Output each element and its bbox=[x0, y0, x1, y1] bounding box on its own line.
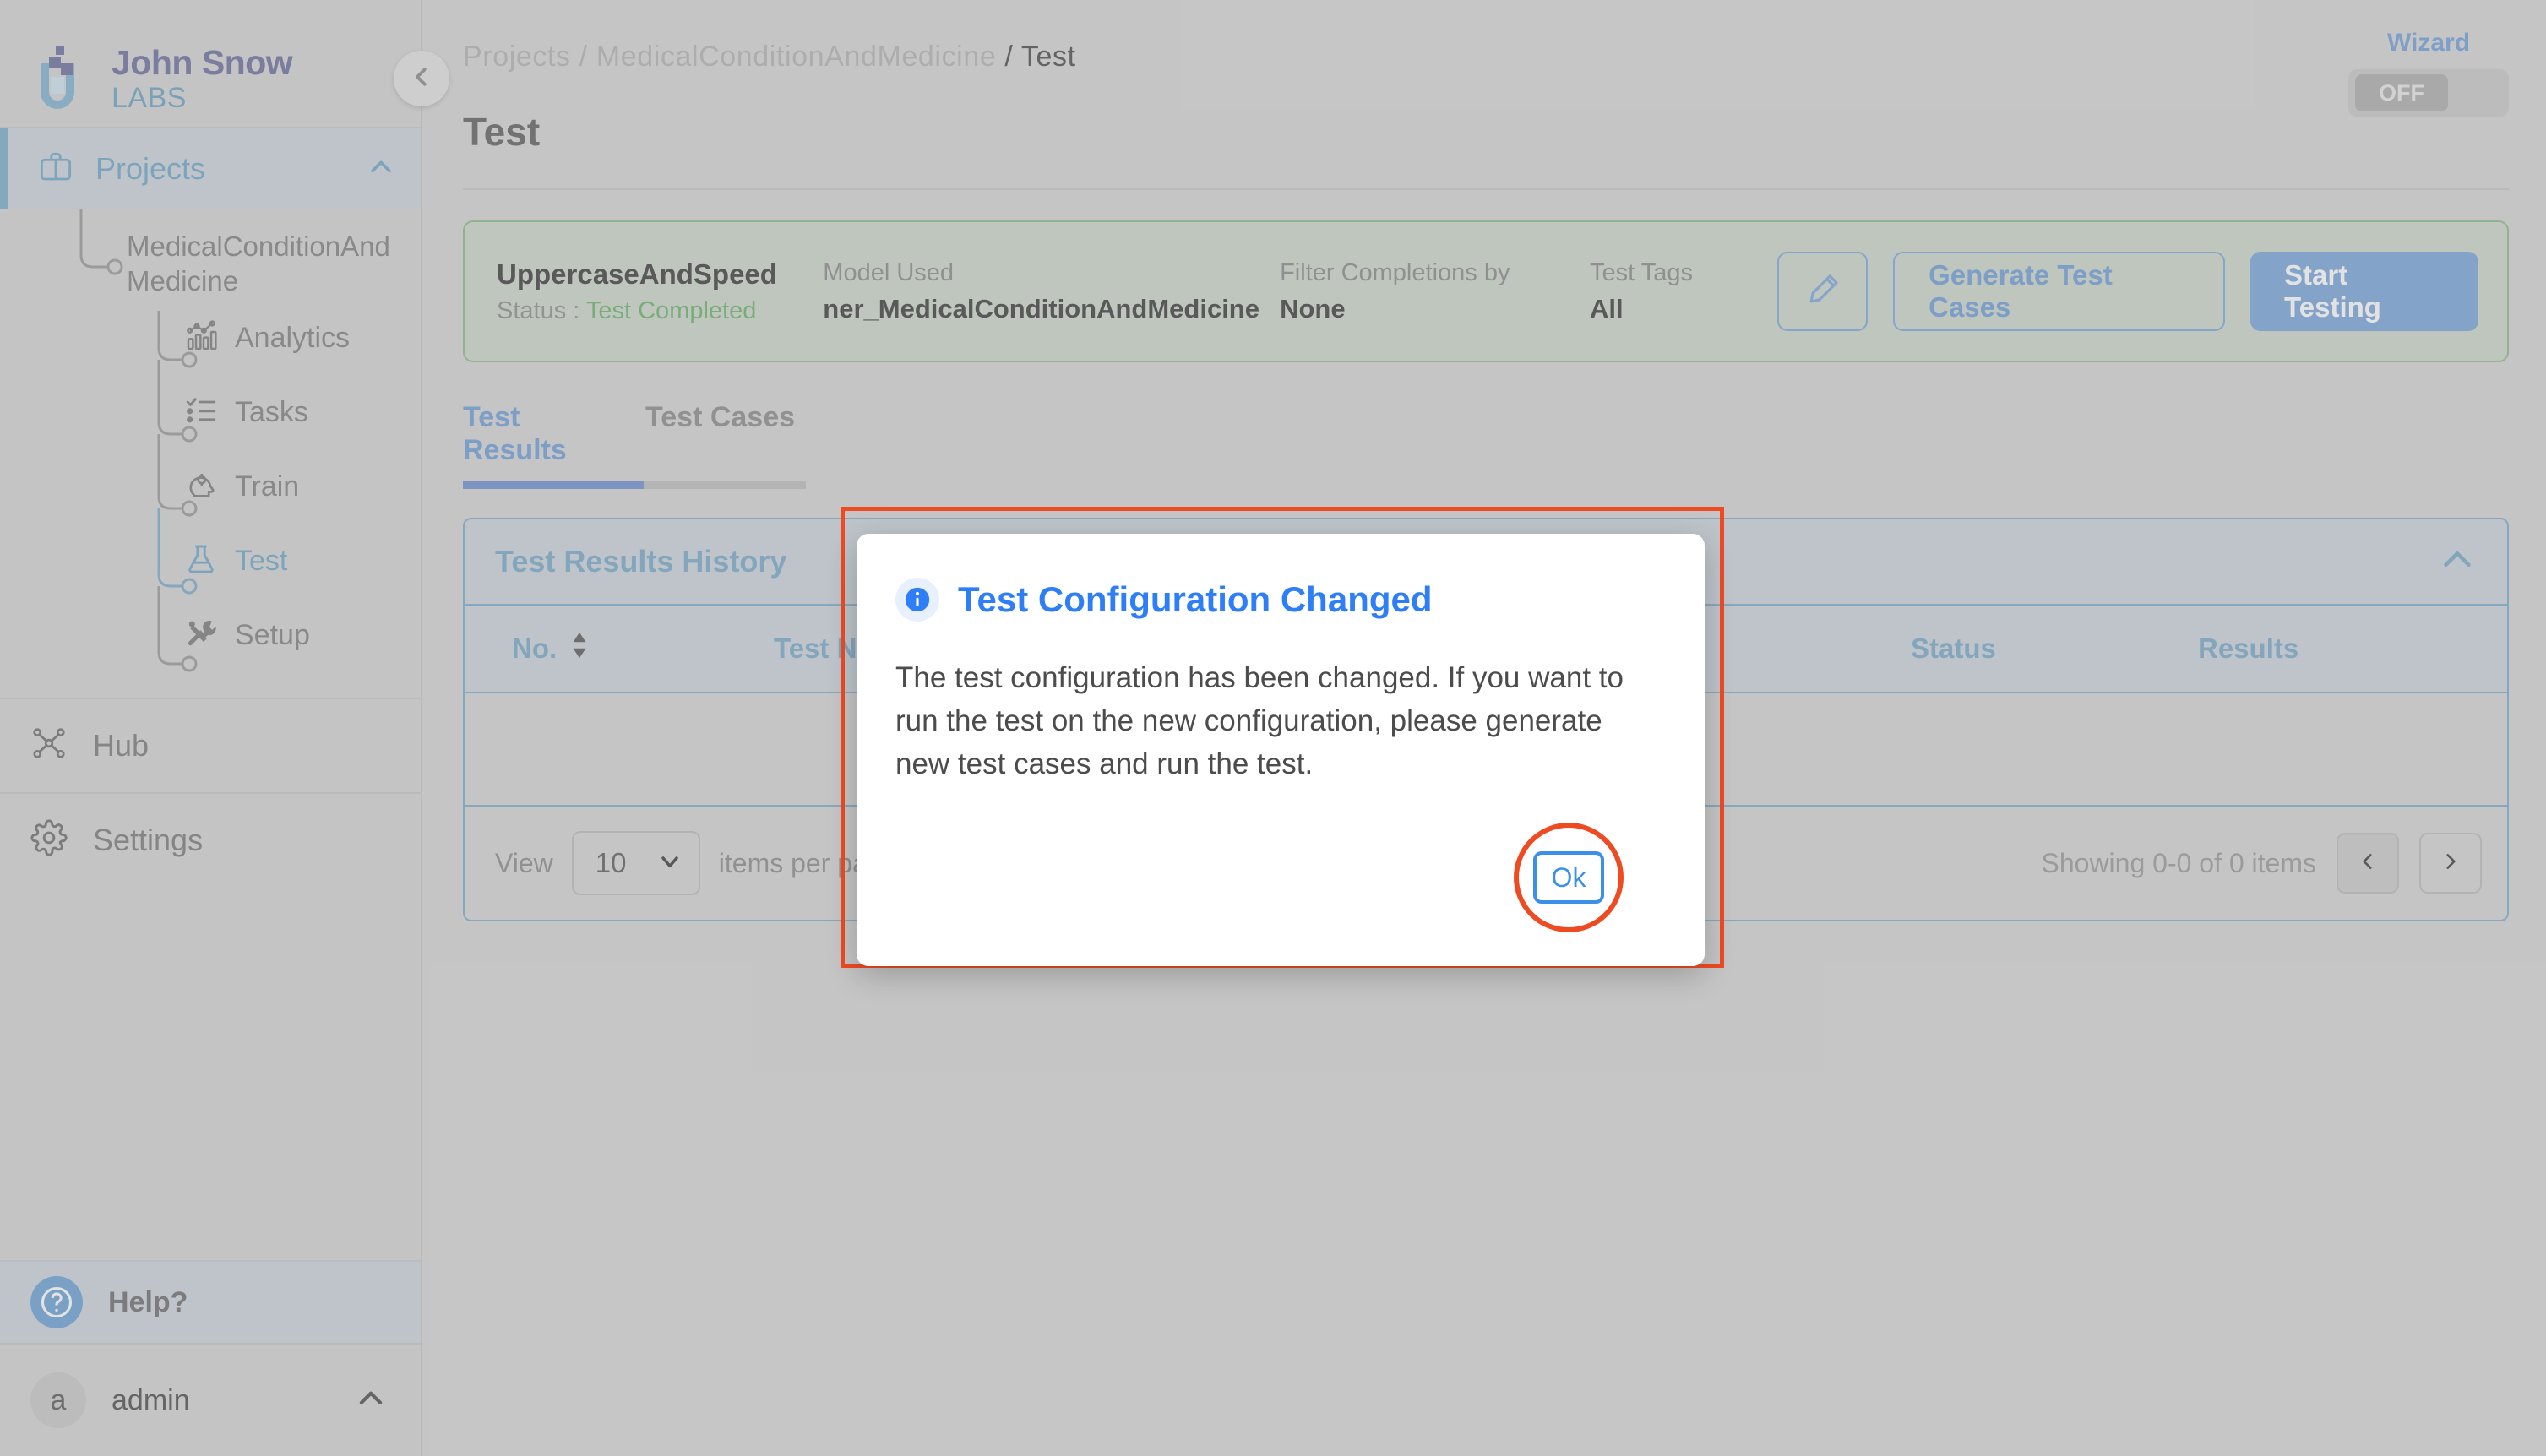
test-configuration-changed-dialog: Test Configuration Changed The test conf… bbox=[857, 534, 1705, 967]
dialog-body-text: The test configuration has been changed.… bbox=[895, 661, 1624, 780]
ok-button[interactable]: Ok bbox=[1533, 851, 1604, 905]
dialog-title: Test Configuration Changed bbox=[958, 579, 1433, 619]
dialog-title-row: Test Configuration Changed bbox=[895, 578, 1661, 622]
app-root: John Snow LABS Projects MedicalCondition… bbox=[0, 0, 2546, 1456]
info-icon bbox=[895, 578, 939, 622]
ok-button-wrapper: Ok bbox=[1514, 823, 1624, 933]
dialog-actions: Ok bbox=[895, 823, 1661, 933]
